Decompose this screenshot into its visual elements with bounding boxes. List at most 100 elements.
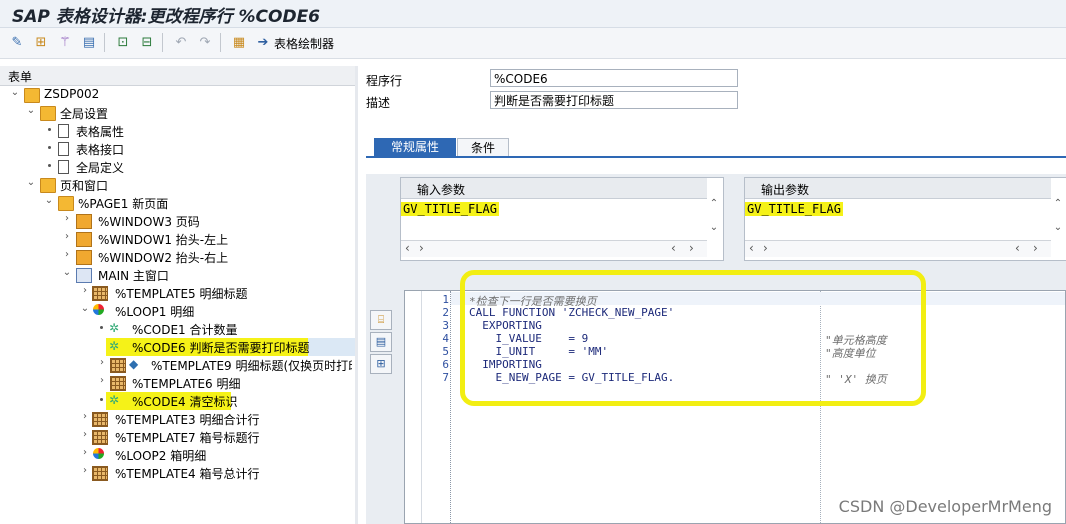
tree-node-template9[interactable]: › ◆ %TEMPLATE9 明细标题(仅换页时打印: [0, 356, 352, 374]
tree-node-label: %TEMPLATE7 箱号标题行: [115, 431, 260, 445]
chevron-right-icon[interactable]: ›: [62, 249, 72, 260]
magic-wand-icon[interactable]: ⚚: [56, 33, 74, 51]
line-number-gutter: 1 2 3 4 5 6 7: [405, 291, 450, 523]
tree-node-label: %TEMPLATE5 明细标题: [115, 287, 248, 301]
chevron-right-icon[interactable]: ›: [80, 411, 90, 422]
input-params-hscroll[interactable]: ‹ › ‹ ›: [401, 240, 707, 257]
scroll-right-icon[interactable]: ›: [763, 241, 768, 255]
redo-icon[interactable]: ↷: [196, 33, 214, 51]
layout-icon[interactable]: ▦: [230, 33, 248, 51]
highlight-annotation: [460, 270, 926, 406]
panel-splitter[interactable]: [355, 66, 358, 524]
tree-node-loop2[interactable]: › %LOOP2 箱明细: [0, 446, 355, 464]
chevron-down-icon[interactable]: ⌄: [80, 303, 90, 314]
arrow-right-icon[interactable]: ➔: [254, 33, 272, 51]
line-number: 7: [442, 371, 449, 384]
output-param-value[interactable]: GV_TITLE_FLAG: [745, 202, 843, 216]
title-bar: SAP 表格设计器:更改程序行 %CODE6: [0, 0, 1066, 28]
scroll-up-icon[interactable]: ⌃: [707, 198, 721, 209]
tree-node-loop1[interactable]: ⌄ %LOOP1 明细: [0, 302, 355, 320]
scroll-right-icon[interactable]: ›: [1033, 241, 1038, 255]
scroll-left-icon[interactable]: ‹: [749, 241, 754, 255]
scroll-left-icon[interactable]: ‹: [405, 241, 410, 255]
tree-node-code6-selected[interactable]: ✲ %CODE6 判断是否需要打印标题: [106, 338, 355, 356]
table-icon: [92, 430, 108, 445]
tree-node-main-window[interactable]: ⌄ MAIN 主窗口: [0, 266, 355, 284]
tree-node-template4[interactable]: › %TEMPLATE4 箱号总计行: [0, 464, 355, 482]
table-icon: [92, 466, 108, 481]
tree-node-code1[interactable]: ✲ %CODE1 合计数量: [0, 320, 355, 338]
tree-node-window2[interactable]: › %WINDOW2 抬头-右上: [0, 248, 355, 266]
tree-node-form[interactable]: ⌄ ZSDP002: [0, 86, 355, 104]
chevron-down-icon[interactable]: ⌄: [26, 105, 36, 116]
tree-node-template7[interactable]: › %TEMPLATE7 箱号标题行: [0, 428, 355, 446]
chevron-right-icon[interactable]: ›: [80, 429, 90, 440]
tree-node-label: %TEMPLATE6 明细: [132, 377, 241, 391]
tree-node-form-attributes[interactable]: 表格属性: [0, 122, 355, 140]
chevron-right-icon[interactable]: ›: [97, 357, 107, 368]
tree-node-window3[interactable]: › %WINDOW3 页码: [0, 212, 355, 230]
toolbar-separator: [220, 33, 221, 52]
tree-node-page1[interactable]: ⌄ %PAGE1 新页面: [0, 194, 355, 212]
tree-node-label: 页和窗口: [60, 179, 109, 193]
tree-node-label: %WINDOW2 抬头-右上: [98, 251, 229, 265]
output-params-hscroll[interactable]: ‹ › ‹ ›: [745, 240, 1051, 257]
tree-node-label: 全局定义: [76, 161, 125, 175]
scroll-down-icon[interactable]: ⌄: [1051, 222, 1065, 233]
tab-general-attributes[interactable]: 常规属性: [374, 138, 456, 156]
display-icon[interactable]: ▤: [80, 33, 98, 51]
tree-node-pages-windows[interactable]: ⌄ 页和窗口: [0, 176, 355, 194]
tree-node-template3[interactable]: › %TEMPLATE3 明细合计行: [0, 410, 355, 428]
tree-node-label: ZSDP002: [44, 87, 100, 101]
chevron-right-icon[interactable]: ›: [80, 285, 90, 296]
document-icon: [58, 160, 69, 174]
insert-icon[interactable]: ⊟: [138, 33, 156, 51]
pencil-glasses-icon[interactable]: ✎: [8, 33, 26, 51]
page-folder-icon: [58, 196, 74, 211]
tree-node-label: %WINDOW1 抬头-左上: [98, 233, 229, 247]
chevron-down-icon[interactable]: ⌄: [62, 267, 72, 278]
program-line-field[interactable]: %CODE6: [490, 69, 738, 87]
chevron-right-icon[interactable]: ›: [62, 213, 72, 224]
check-icon[interactable]: ▤: [370, 332, 392, 352]
description-field[interactable]: 判断是否需要打印标题: [490, 91, 738, 109]
tree-node-global-definitions[interactable]: 全局定义: [0, 158, 355, 176]
undo-icon[interactable]: ↶: [172, 33, 190, 51]
tree-node-template6[interactable]: › %TEMPLATE6 明细: [0, 374, 355, 392]
loop-icon: [93, 448, 104, 459]
chevron-right-icon[interactable]: ›: [62, 231, 72, 242]
description-label: 描述: [366, 96, 391, 110]
scroll-down-icon[interactable]: ⌄: [707, 222, 721, 233]
chevron-down-icon[interactable]: ⌄: [10, 87, 20, 98]
chevron-right-icon[interactable]: ›: [80, 465, 90, 476]
scroll-left-icon[interactable]: ‹: [1015, 241, 1020, 255]
tree-node-label: %CODE1 合计数量: [132, 323, 238, 337]
tab-conditions[interactable]: 条件: [457, 138, 509, 156]
tree-node-code4[interactable]: ✲ %CODE4 清空标识: [0, 392, 355, 410]
pretty-printer-icon[interactable]: ⊞: [370, 354, 392, 374]
input-param-value[interactable]: GV_TITLE_FLAG: [401, 202, 499, 216]
program-lines-icon: ✲: [109, 321, 120, 335]
gutter-divider: [450, 291, 452, 523]
watermark: CSDN @DeveloperMrMeng: [838, 497, 1052, 516]
bullet-icon: [48, 128, 51, 131]
tree-node-global-settings[interactable]: ⌄ 全局设置: [0, 104, 355, 122]
chevron-down-icon[interactable]: ⌄: [26, 177, 36, 188]
chevron-right-icon[interactable]: ›: [80, 447, 90, 458]
tree-node-label: %TEMPLATE4 箱号总计行: [115, 467, 260, 481]
scroll-right-icon[interactable]: ›: [419, 241, 424, 255]
tree-node-template5[interactable]: › %TEMPLATE5 明细标题: [0, 284, 355, 302]
tree-node-window1[interactable]: › %WINDOW1 抬头-左上: [0, 230, 355, 248]
pattern-icon[interactable]: ⌸: [370, 310, 392, 330]
tree-structure-icon[interactable]: ⊞: [32, 33, 50, 51]
form-painter-button[interactable]: 表格绘制器: [274, 35, 334, 52]
new-node-icon[interactable]: ⊡: [114, 33, 132, 51]
tree-node-form-interface[interactable]: 表格接口: [0, 140, 355, 158]
scroll-right-icon[interactable]: ›: [689, 241, 694, 255]
program-lines-icon: ✲: [109, 393, 120, 407]
application-toolbar: ✎ ⊞ ⚚ ▤ ⊡ ⊟ ↶ ↷ ▦ ➔ 表格绘制器: [0, 28, 1066, 59]
chevron-down-icon[interactable]: ⌄: [44, 195, 54, 206]
chevron-right-icon[interactable]: ›: [97, 375, 107, 386]
scroll-left-icon[interactable]: ‹: [671, 241, 676, 255]
scroll-up-icon[interactable]: ⌃: [1051, 198, 1065, 209]
